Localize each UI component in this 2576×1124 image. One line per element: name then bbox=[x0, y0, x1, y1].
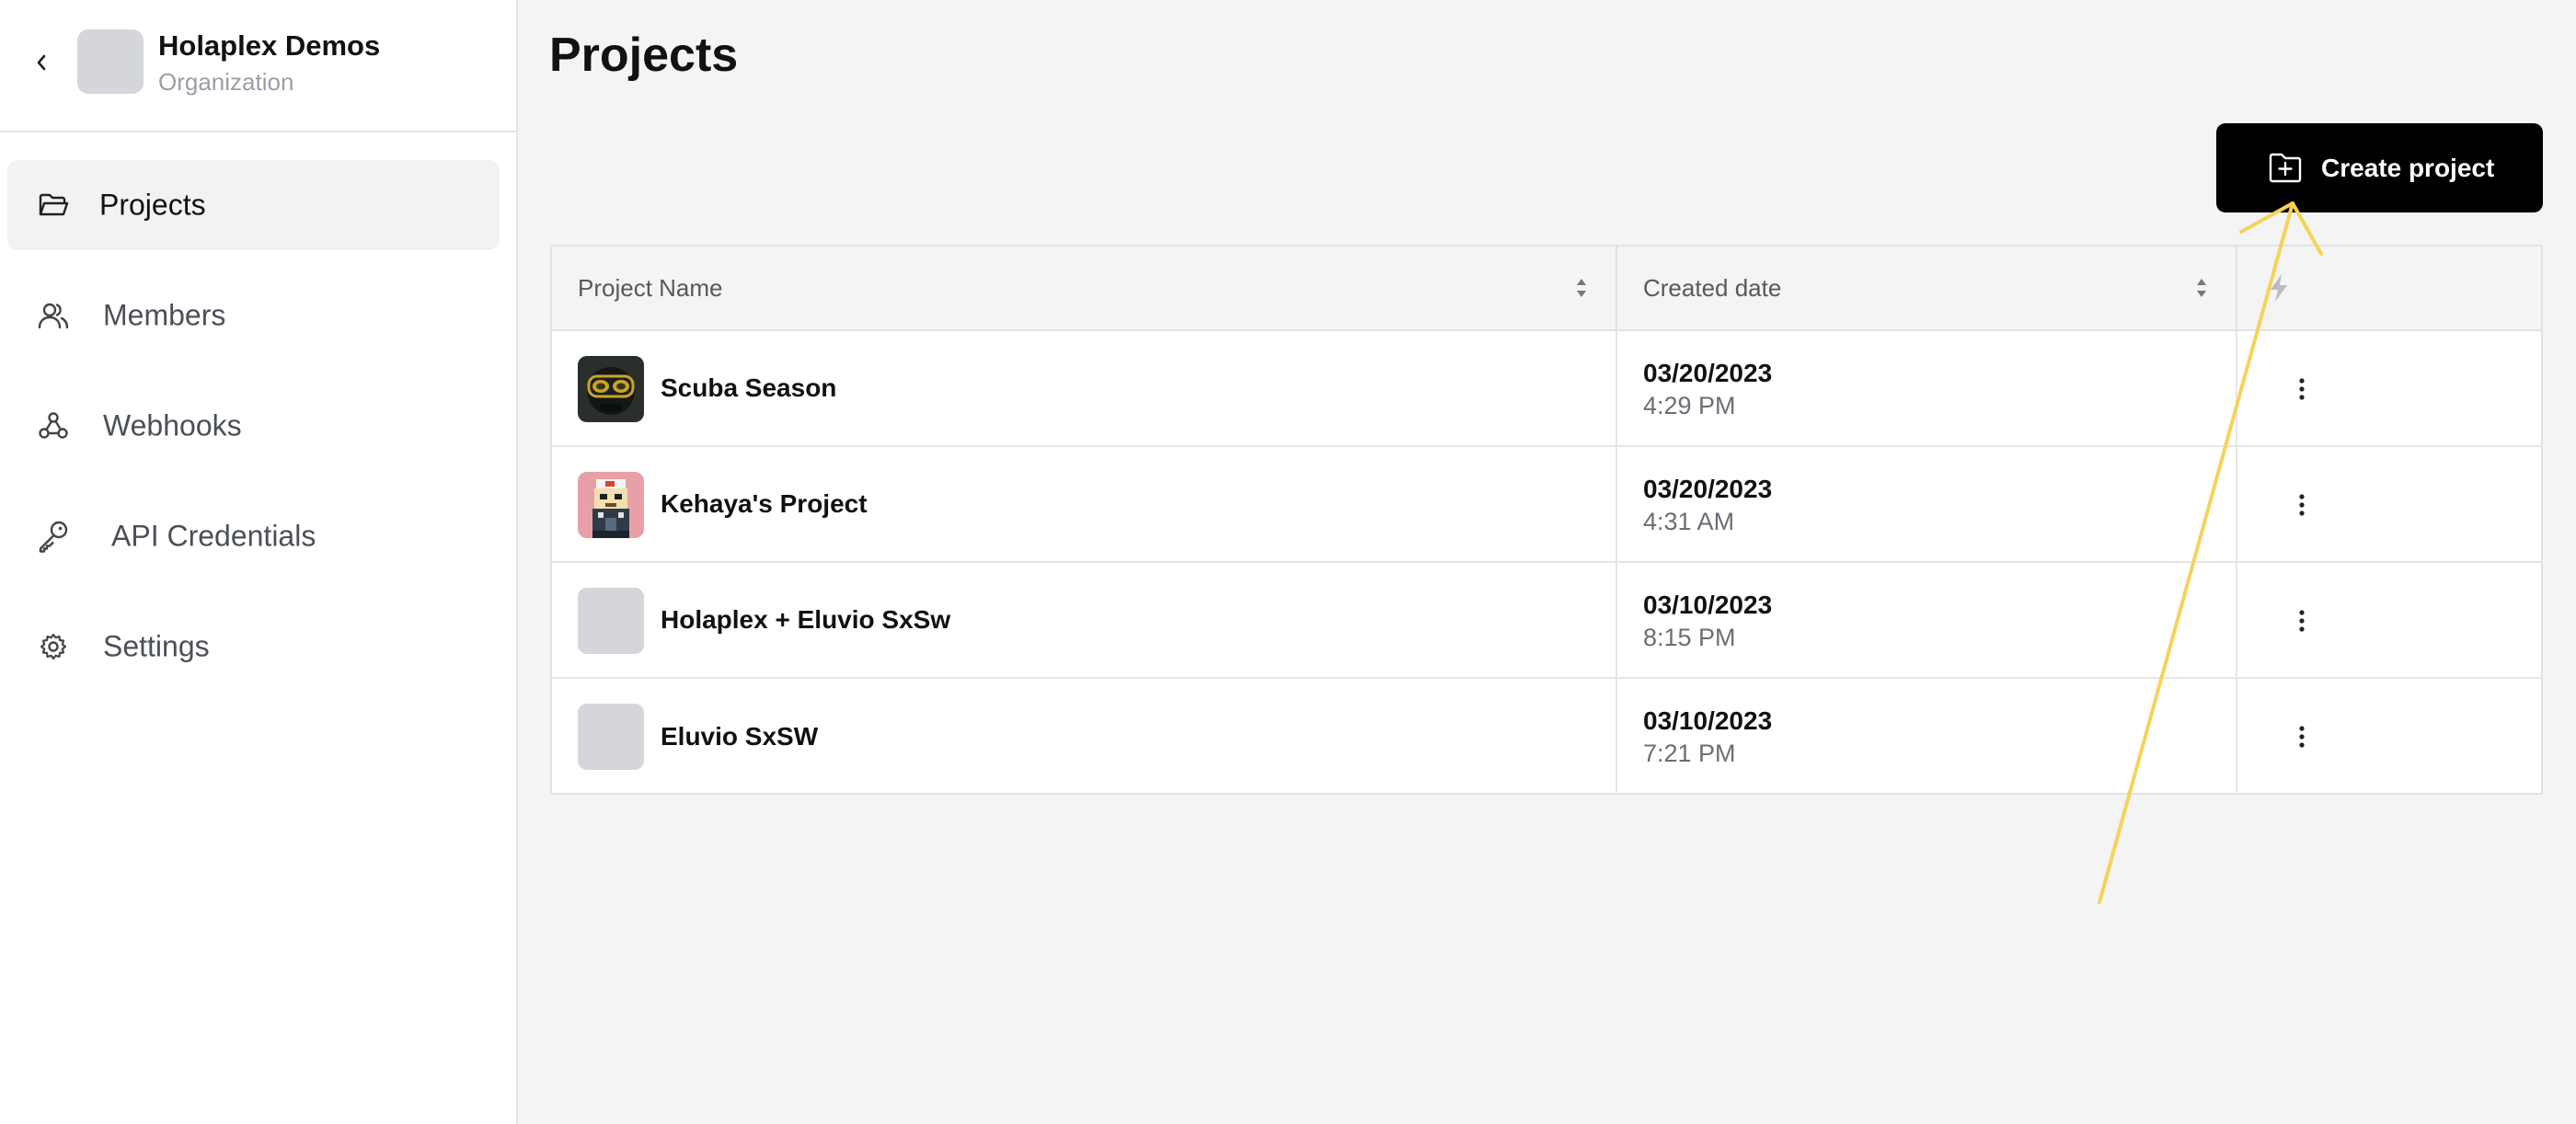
project-thumbnail-kehaya bbox=[578, 472, 644, 538]
project-name[interactable]: Eluvio SxSW bbox=[661, 722, 818, 751]
folder-open-icon bbox=[35, 187, 72, 224]
table-row[interactable]: Holaplex + Eluvio SxSw 03/10/2023 8:15 P… bbox=[552, 563, 2541, 679]
more-options-button[interactable] bbox=[2283, 718, 2320, 755]
created-date: 03/10/2023 bbox=[1643, 591, 1773, 619]
created-time: 7:21 PM bbox=[1643, 740, 1736, 767]
sidebar-item-members[interactable]: Members bbox=[7, 270, 500, 361]
created-date: 03/20/2023 bbox=[1643, 475, 1773, 503]
project-name-cell: Eluvio SxSW bbox=[552, 679, 1617, 795]
created-date-cell: 03/10/2023 8:15 PM bbox=[1617, 563, 2237, 677]
webhook-icon bbox=[35, 407, 72, 444]
created-date: 03/10/2023 bbox=[1643, 706, 1773, 735]
users-icon bbox=[35, 297, 72, 334]
gear-icon bbox=[35, 628, 72, 665]
project-thumbnail-scuba bbox=[578, 356, 644, 422]
table-row[interactable]: Scuba Season 03/20/2023 4:29 PM bbox=[552, 331, 2541, 447]
column-header-project-name[interactable]: Project Name bbox=[552, 247, 1617, 329]
key-icon bbox=[35, 518, 72, 555]
org-name[interactable]: Holaplex Demos bbox=[158, 29, 380, 63]
project-name-cell: Kehaya's Project bbox=[552, 447, 1617, 561]
create-project-button[interactable]: Create project bbox=[2216, 123, 2543, 212]
project-name[interactable]: Scuba Season bbox=[661, 373, 836, 403]
created-date: 03/20/2023 bbox=[1643, 359, 1773, 387]
column-label: Project Name bbox=[578, 273, 723, 302]
actions-cell bbox=[2237, 563, 2543, 677]
table-row[interactable]: Kehaya's Project 03/20/2023 4:31 AM bbox=[552, 447, 2541, 563]
vertical-dots-icon bbox=[2299, 494, 2305, 516]
project-name-cell: Holaplex + Eluvio SxSw bbox=[552, 563, 1617, 677]
vertical-dots-icon bbox=[2299, 610, 2305, 632]
chevron-left-icon bbox=[37, 54, 46, 71]
more-options-button[interactable] bbox=[2283, 487, 2320, 523]
sidebar: Holaplex Demos Organization Projects Mem… bbox=[0, 0, 518, 1124]
sidebar-item-label: Webhooks bbox=[103, 408, 242, 442]
sidebar-item-webhooks[interactable]: Webhooks bbox=[7, 381, 500, 471]
sidebar-item-label: API Credentials bbox=[111, 519, 316, 553]
project-name-cell: Scuba Season bbox=[552, 331, 1617, 445]
actions-cell bbox=[2237, 679, 2543, 795]
created-time: 4:29 PM bbox=[1643, 392, 1736, 419]
sort-icon[interactable] bbox=[2195, 274, 2208, 302]
project-name[interactable]: Kehaya's Project bbox=[661, 489, 868, 519]
table-row[interactable]: Eluvio SxSW 03/10/2023 7:21 PM bbox=[552, 679, 2541, 795]
vertical-dots-icon bbox=[2299, 726, 2305, 748]
actions-cell bbox=[2237, 331, 2543, 445]
created-date-cell: 03/20/2023 4:31 AM bbox=[1617, 447, 2237, 561]
projects-table: Project Name Created date Scuba Season 0… bbox=[550, 245, 2543, 795]
sidebar-item-settings[interactable]: Settings bbox=[7, 602, 500, 692]
page-title: Projects bbox=[549, 29, 739, 82]
sidebar-item-api-credentials[interactable]: API Credentials bbox=[7, 491, 500, 581]
column-header-created-date[interactable]: Created date bbox=[1617, 247, 2237, 329]
project-thumbnail-placeholder bbox=[578, 704, 644, 770]
vertical-dots-icon bbox=[2299, 378, 2305, 400]
column-label: Created date bbox=[1643, 273, 1782, 302]
more-options-button[interactable] bbox=[2283, 371, 2320, 407]
created-time: 8:15 PM bbox=[1643, 624, 1736, 651]
project-name[interactable]: Holaplex + Eluvio SxSw bbox=[661, 605, 950, 635]
created-date-cell: 03/20/2023 4:29 PM bbox=[1617, 331, 2237, 445]
sidebar-item-label: Members bbox=[103, 298, 226, 332]
more-options-button[interactable] bbox=[2283, 602, 2320, 639]
sort-icon[interactable] bbox=[1575, 274, 1588, 302]
create-project-label: Create project bbox=[2321, 153, 2495, 182]
actions-cell bbox=[2237, 447, 2543, 561]
org-header: Holaplex Demos Organization bbox=[0, 0, 516, 132]
sidebar-item-label: Settings bbox=[103, 629, 210, 663]
sidebar-item-label: Projects bbox=[99, 188, 206, 222]
project-thumbnail-placeholder bbox=[578, 588, 644, 654]
lightning-bolt-icon bbox=[2271, 274, 2287, 302]
org-avatar[interactable] bbox=[77, 29, 144, 94]
table-header: Project Name Created date bbox=[552, 247, 2541, 331]
org-role: Organization bbox=[158, 68, 294, 96]
created-date-cell: 03/10/2023 7:21 PM bbox=[1617, 679, 2237, 795]
back-button[interactable] bbox=[28, 44, 55, 81]
sidebar-item-projects[interactable]: Projects bbox=[7, 160, 500, 250]
created-time: 4:31 AM bbox=[1643, 508, 1735, 535]
folder-plus-icon bbox=[2267, 149, 2304, 186]
column-header-actions bbox=[2237, 247, 2543, 329]
